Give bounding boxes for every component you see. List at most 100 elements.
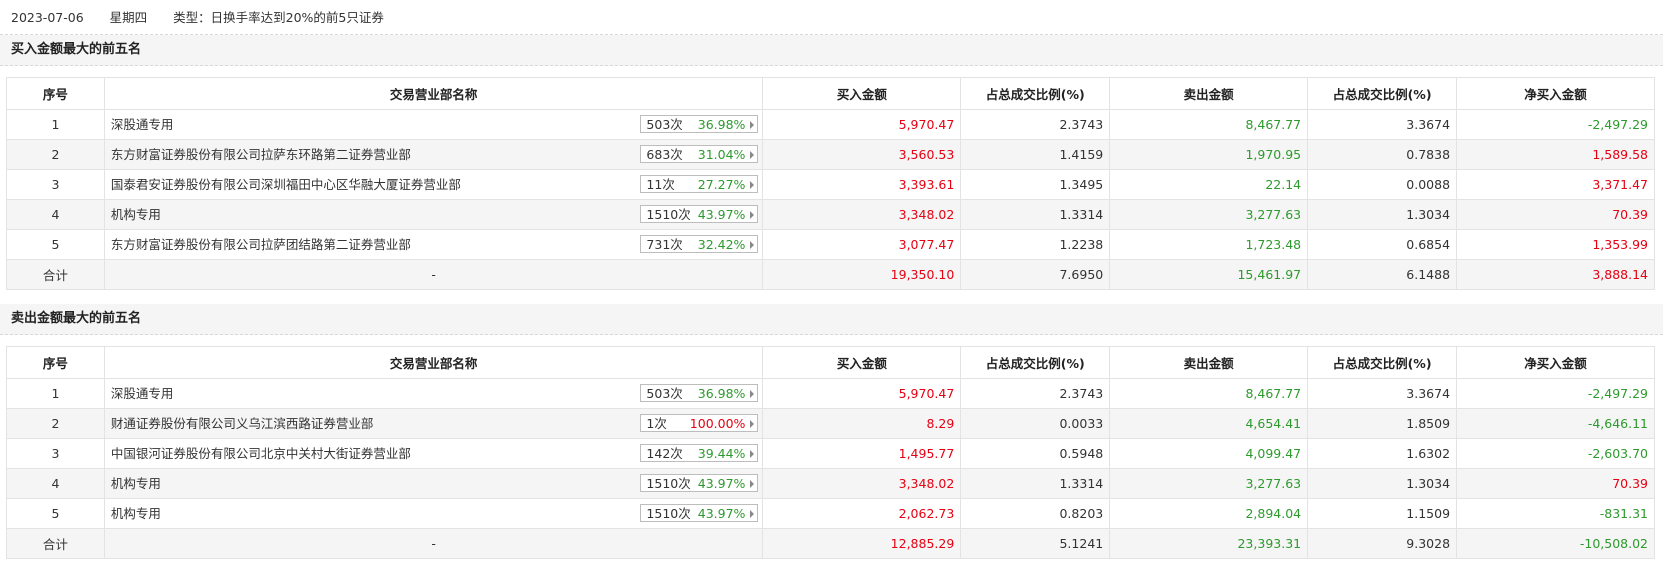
- broker-cell: 中国银河证券股份有限公司北京中关村大街证券营业部 142次 39.44%: [103, 438, 764, 469]
- row-seq: 1: [6, 378, 105, 409]
- total-net: -10,508.02: [1456, 528, 1655, 559]
- table-row: 4 机构专用 1510次 43.97% 3,348.02 1.3314 3,277.63 1.…: [6, 199, 1655, 230]
- buy-amount: 3,077.47: [762, 229, 962, 260]
- sell-section-title: 卖出金额最大的前五名: [0, 304, 1663, 335]
- broker-stat-button[interactable]: 1次 100.00%: [640, 414, 759, 432]
- broker-name: 机构专用: [110, 476, 161, 491]
- stat-percent: 43.97%: [697, 506, 746, 521]
- sell-amount: 8,467.77: [1109, 109, 1309, 140]
- buy-ratio: 1.3314: [960, 199, 1111, 230]
- buy-amount: 3,348.02: [762, 199, 962, 230]
- total-sell: 23,393.31: [1109, 528, 1309, 559]
- stat-count: 1510次: [646, 207, 691, 222]
- triangle-right-icon: [750, 450, 755, 458]
- col-header-seq: 序号: [6, 77, 105, 110]
- buy-amount: 1,495.77: [762, 438, 962, 469]
- buy-amount: 2,062.73: [762, 498, 962, 529]
- sell-amount: 2,894.04: [1109, 498, 1309, 529]
- stat-count: 503次: [646, 117, 683, 132]
- net-amount: -2,497.29: [1456, 109, 1655, 140]
- buy-amount: 5,970.47: [762, 378, 962, 409]
- broker-cell: 机构专用 1510次 43.97%: [103, 468, 764, 499]
- broker-stat-button[interactable]: 1510次 43.97%: [640, 504, 759, 522]
- total-name: -: [103, 528, 764, 559]
- sell-amount: 1,723.48: [1109, 229, 1309, 260]
- table-row: 5 东方财富证券股份有限公司拉萨团结路第二证券营业部 731次 32.42% 3,077…: [6, 229, 1655, 260]
- buy-ratio: 2.3743: [960, 378, 1111, 409]
- row-seq: 5: [6, 498, 105, 529]
- broker-stat-button[interactable]: 731次 32.42%: [640, 235, 759, 253]
- broker-stat-button[interactable]: 1510次 43.97%: [640, 474, 759, 492]
- col-header-sell-ratio: 占总成交比例(%): [1307, 346, 1458, 379]
- broker-name: 东方财富证券股份有限公司拉萨东环路第二证券营业部: [110, 147, 411, 162]
- triangle-right-icon: [750, 121, 755, 129]
- broker-name: 国泰君安证券股份有限公司深圳福田中心区华融大厦证券营业部: [110, 177, 461, 192]
- triangle-right-icon: [750, 151, 755, 159]
- stat-percent: 36.98%: [697, 386, 746, 401]
- sell-ratio: 1.1509: [1307, 498, 1458, 529]
- col-header-net: 净买入金额: [1456, 346, 1655, 379]
- total-row: 合计 -19,350.10 7.6950 15,461.97 6.1488 3,888.1…: [6, 259, 1655, 290]
- buy-amount: 8.29: [762, 408, 962, 439]
- broker-name: 机构专用: [110, 207, 161, 222]
- col-header-sell: 卖出金额: [1109, 77, 1309, 110]
- weekday: 星期四: [109, 10, 148, 25]
- sell-amount: 3,277.63: [1109, 468, 1309, 499]
- table-row: 1 深股通专用 503次 36.98% 5,970.47 2.3743 8,467.77 3.…: [6, 378, 1655, 409]
- table-row: 3 中国银河证券股份有限公司北京中关村大街证券营业部 142次 39.44% 1,495…: [6, 438, 1655, 469]
- broker-name: 机构专用: [110, 506, 161, 521]
- net-amount: 70.39: [1456, 468, 1655, 499]
- broker-cell: 机构专用 1510次 43.97%: [103, 199, 764, 230]
- triangle-right-icon: [750, 181, 755, 189]
- broker-cell: 财通证券股份有限公司义乌江滨西路证券营业部 1次 100.00%: [103, 408, 764, 439]
- stat-percent: 100.00%: [689, 416, 746, 431]
- row-seq: 3: [6, 169, 105, 200]
- table-row: 4 机构专用 1510次 43.97% 3,348.02 1.3314 3,277.63 1.…: [6, 468, 1655, 499]
- triangle-right-icon: [750, 211, 755, 219]
- broker-stat-button[interactable]: 1510次 43.97%: [640, 205, 759, 223]
- stat-count: 11次: [646, 177, 675, 192]
- total-buy: 12,885.29: [762, 528, 962, 559]
- buy-ratio: 0.8203: [960, 498, 1111, 529]
- stat-percent: 39.44%: [697, 446, 746, 461]
- col-header-buy: 买入金额: [762, 77, 962, 110]
- stat-percent: 27.27%: [697, 177, 746, 192]
- total-sell-ratio: 6.1488: [1307, 259, 1458, 290]
- broker-stat-button[interactable]: 503次 36.98%: [640, 384, 759, 402]
- broker-stat-button[interactable]: 11次 27.27%: [640, 175, 759, 193]
- stat-percent: 43.97%: [697, 476, 746, 491]
- broker-cell: 机构专用 1510次 43.97%: [103, 498, 764, 529]
- table-row: 5 机构专用 1510次 43.97% 2,062.73 0.8203 2,894.04 1.…: [6, 498, 1655, 529]
- sell-ratio: 3.3674: [1307, 378, 1458, 409]
- row-seq: 5: [6, 229, 105, 260]
- broker-name: 深股通专用: [110, 117, 174, 132]
- broker-name: 深股通专用: [110, 386, 174, 401]
- triangle-right-icon: [750, 480, 755, 488]
- net-amount: 1,353.99: [1456, 229, 1655, 260]
- sell-amount: 4,099.47: [1109, 438, 1309, 469]
- broker-stat-button[interactable]: 683次 31.04%: [640, 145, 759, 163]
- col-header-buy-ratio: 占总成交比例(%): [960, 77, 1111, 110]
- broker-cell: 国泰君安证券股份有限公司深圳福田中心区华融大厦证券营业部 11次 27.27%: [103, 169, 764, 200]
- buy-ratio: 0.5948: [960, 438, 1111, 469]
- broker-stat-button[interactable]: 503次 36.98%: [640, 115, 759, 133]
- buy-ratio: 1.4159: [960, 139, 1111, 170]
- buy-ratio: 1.2238: [960, 229, 1111, 260]
- table-row: 2 东方财富证券股份有限公司拉萨东环路第二证券营业部 683次 31.04% 3,560…: [6, 139, 1655, 170]
- buy-ratio: 1.3314: [960, 468, 1111, 499]
- broker-cell: 深股通专用 503次 36.98%: [103, 109, 764, 140]
- buy-amount: 3,393.61: [762, 169, 962, 200]
- sell-amount: 4,654.41: [1109, 408, 1309, 439]
- net-amount: -2,603.70: [1456, 438, 1655, 469]
- broker-stat-button[interactable]: 142次 39.44%: [640, 444, 759, 462]
- sell-ratio: 0.7838: [1307, 139, 1458, 170]
- broker-cell: 深股通专用 503次 36.98%: [103, 378, 764, 409]
- broker-name: 东方财富证券股份有限公司拉萨团结路第二证券营业部: [110, 237, 411, 252]
- stat-count: 142次: [646, 446, 683, 461]
- buy-top5-table: 序号 交易营业部名称 买入金额 占总成交比例(%) 卖出金额 占总成交比例(%) 净买入金额…: [6, 77, 1655, 290]
- stat-count: 1次: [646, 416, 667, 431]
- net-amount: -4,646.11: [1456, 408, 1655, 439]
- table-row: 2 财通证券股份有限公司义乌江滨西路证券营业部 1次 100.00% 8.29 0.003…: [6, 408, 1655, 439]
- stat-count: 1510次: [646, 506, 691, 521]
- trade-date: 2023-07-06: [11, 10, 84, 25]
